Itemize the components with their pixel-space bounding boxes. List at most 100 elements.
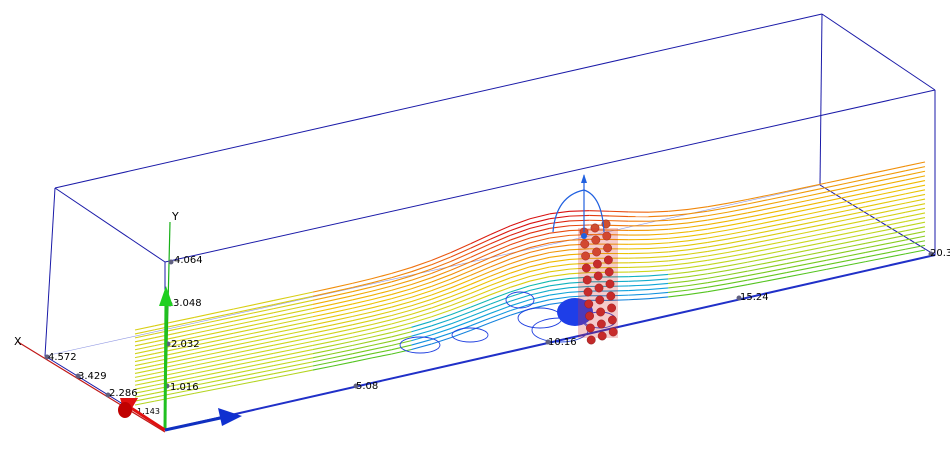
streamline-segment bbox=[826, 187, 847, 193]
streamline-segment bbox=[134, 396, 155, 402]
streamline-segment bbox=[589, 210, 610, 212]
streamline-segment bbox=[865, 192, 886, 199]
streamline-segment bbox=[826, 260, 847, 266]
streamline-segment bbox=[845, 187, 866, 194]
streamline-segment bbox=[273, 365, 294, 371]
streamline-segment bbox=[707, 256, 728, 261]
z-tick-label: 20.32 bbox=[930, 248, 950, 259]
streamline-segment bbox=[648, 260, 669, 263]
streamline-segment bbox=[332, 303, 353, 309]
streamline-segment bbox=[431, 274, 452, 283]
streamline-segment bbox=[845, 192, 866, 198]
streamline-segment bbox=[194, 328, 215, 334]
streamline-segment bbox=[826, 242, 847, 248]
streamline-segment bbox=[826, 264, 847, 270]
streamline-segment bbox=[826, 178, 847, 184]
y-tick-label: 4.064 bbox=[174, 255, 203, 266]
3d-viewport[interactable]: X Y 4.064 3.048 2.032 1.016 4.572 3.429 … bbox=[0, 0, 950, 468]
streamline-segment bbox=[312, 312, 333, 318]
streamline-segment bbox=[905, 175, 926, 181]
streamline-segment bbox=[727, 261, 748, 267]
streamline-segment bbox=[668, 235, 689, 239]
streamline-segment bbox=[292, 357, 313, 363]
z-arrow-icon bbox=[218, 408, 242, 426]
streamline-segment bbox=[233, 377, 254, 383]
streamline-segment bbox=[371, 314, 392, 321]
streamline-segment bbox=[312, 287, 333, 293]
streamline-segment bbox=[727, 207, 748, 213]
streamline-segment bbox=[332, 311, 353, 318]
streamline-segment bbox=[747, 257, 768, 263]
streamline-segment bbox=[766, 222, 787, 228]
streamline-segment bbox=[826, 210, 847, 216]
streamline-segment bbox=[213, 381, 234, 387]
streamline-segment bbox=[134, 364, 155, 371]
streamline-segment bbox=[194, 356, 215, 362]
streamline-segment bbox=[826, 182, 847, 189]
streamline-segment bbox=[628, 261, 649, 264]
streamline-segment bbox=[431, 269, 452, 279]
streamline-segment bbox=[490, 225, 511, 235]
streamline-segment bbox=[470, 261, 491, 272]
streamline-segment bbox=[806, 218, 827, 224]
streamline-segment bbox=[747, 271, 768, 277]
y-tick-label: 1.016 bbox=[170, 382, 199, 393]
streamline-segment bbox=[549, 287, 570, 291]
streamline-segment bbox=[905, 217, 926, 223]
streamline-segment bbox=[786, 200, 807, 206]
streamline-segment bbox=[826, 223, 847, 229]
streamline-segment bbox=[134, 376, 155, 382]
streamline-segment bbox=[312, 353, 333, 359]
streamline-segment bbox=[628, 293, 649, 296]
streamline-scene[interactable]: X Y 4.064 3.048 2.032 1.016 4.572 3.429 … bbox=[0, 0, 950, 468]
streamline-segment bbox=[529, 213, 550, 220]
streamline-segment bbox=[845, 174, 866, 180]
streamline-segment bbox=[786, 191, 807, 197]
streamline-segment bbox=[332, 315, 353, 322]
streamline-segment bbox=[905, 249, 926, 255]
streamline-segment bbox=[470, 238, 491, 249]
streamline-segment bbox=[233, 316, 254, 322]
streamline-segment bbox=[450, 252, 471, 262]
streamline-segment bbox=[292, 361, 313, 367]
streamline-segment bbox=[273, 357, 294, 363]
streamline-segment bbox=[352, 353, 373, 359]
streamline-segment bbox=[332, 282, 353, 289]
streamline-segment bbox=[806, 255, 827, 261]
streamline-segment bbox=[450, 270, 471, 280]
streamline-segment bbox=[569, 224, 590, 227]
streamline-segment bbox=[470, 271, 491, 281]
streamline-segment bbox=[213, 340, 234, 346]
streamline-segment bbox=[786, 236, 807, 242]
streamline-segment bbox=[174, 368, 195, 374]
streamline-segment bbox=[885, 184, 906, 190]
streamline-segment bbox=[806, 259, 827, 265]
streamline-segment bbox=[885, 165, 906, 171]
streamline-segment bbox=[371, 344, 392, 351]
streamline-segment bbox=[549, 215, 570, 220]
streamline-segment bbox=[727, 221, 748, 227]
streamline-segment bbox=[905, 184, 926, 190]
streamline-segment bbox=[668, 294, 689, 298]
streamline-segment bbox=[431, 251, 452, 262]
streamline-segment bbox=[450, 283, 471, 293]
streamline-segment bbox=[687, 210, 708, 215]
streamline-segment bbox=[766, 231, 787, 237]
streamline-segment bbox=[569, 210, 590, 212]
streamline-segment bbox=[352, 344, 373, 351]
streamline-segment bbox=[352, 298, 373, 305]
streamline-segment bbox=[727, 270, 748, 276]
streamline-segment bbox=[865, 225, 886, 231]
streamline-segment bbox=[253, 365, 274, 371]
streamline-segment bbox=[668, 280, 689, 285]
streamline-segment bbox=[786, 272, 807, 278]
streamline-segment bbox=[253, 336, 274, 342]
streamline-segment bbox=[292, 365, 313, 371]
streamline-segment bbox=[352, 311, 373, 318]
streamline-segment bbox=[747, 248, 768, 254]
streamline-segment bbox=[253, 316, 274, 322]
streamline-segment bbox=[707, 287, 728, 293]
streamline-segment bbox=[806, 191, 827, 197]
streamline-segment bbox=[747, 203, 768, 209]
streamline-segment bbox=[529, 266, 550, 273]
